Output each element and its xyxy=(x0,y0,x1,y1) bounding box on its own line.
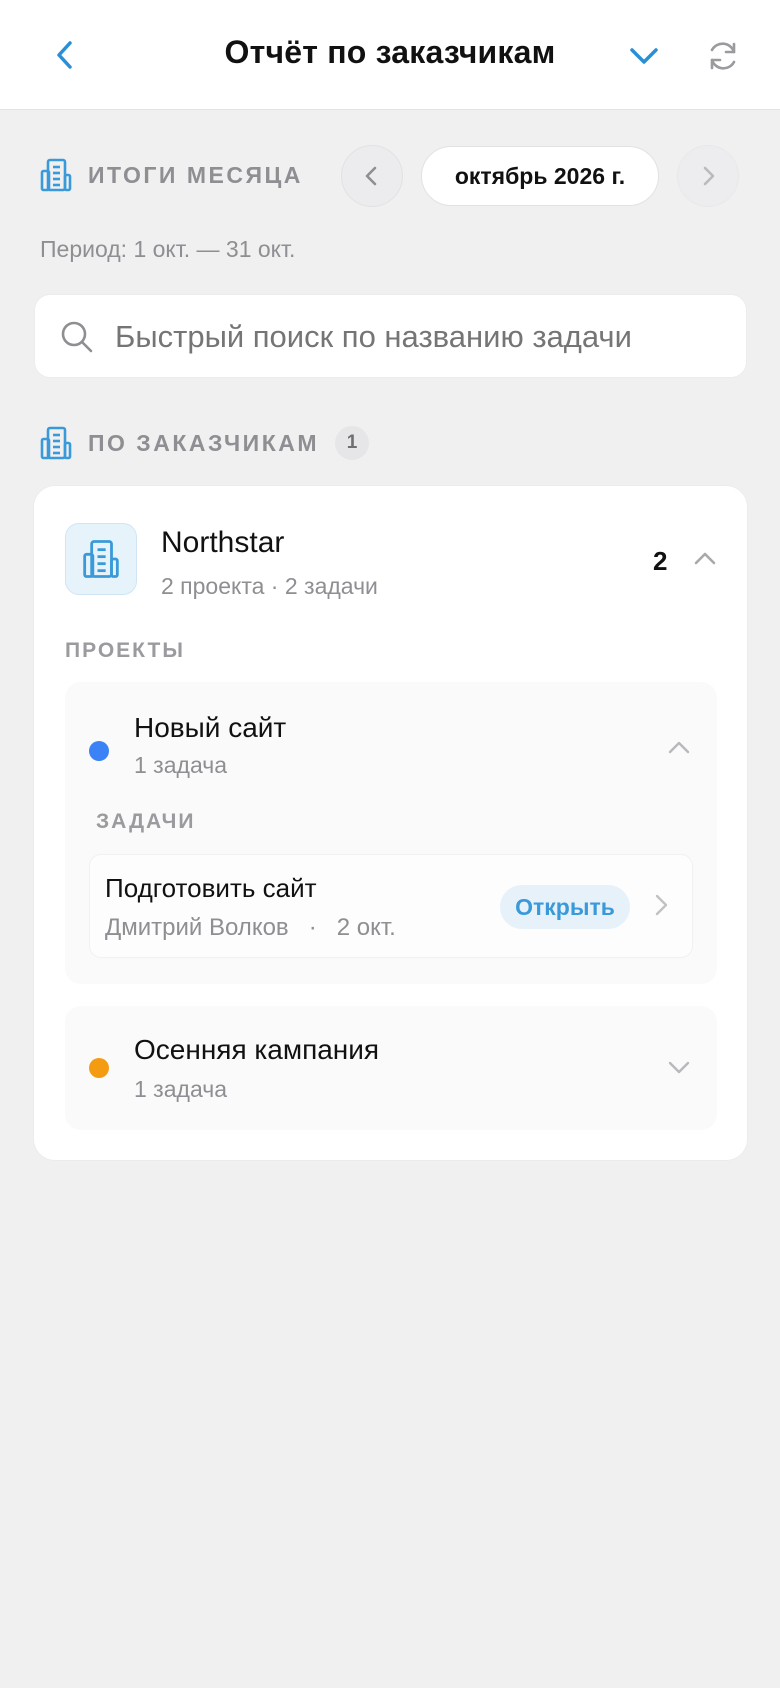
task-assignee: Дмитрий Волков xyxy=(105,914,289,941)
chevron-up-icon xyxy=(668,741,690,754)
project-task-count: 1 задача xyxy=(134,1076,227,1102)
project-collapse-button[interactable] xyxy=(662,731,696,765)
building-icon xyxy=(40,426,72,460)
search-icon xyxy=(61,321,93,353)
client-subtitle: 2 проекта · 2 задачи xyxy=(161,573,378,599)
client-card: Northstar 2 проекта · 2 задачи 2 ПРОЕКТЫ… xyxy=(33,485,748,1161)
month-selector[interactable]: октябрь 2026 г. xyxy=(421,146,659,206)
chevron-up-icon xyxy=(694,552,716,565)
task-meta-separator: · xyxy=(308,914,317,941)
project-name: Новый сайт xyxy=(134,712,287,743)
client-collapse-button[interactable] xyxy=(688,542,722,576)
project-color-dot xyxy=(89,741,109,761)
chevron-down-icon xyxy=(630,48,658,64)
project-name: Осенняя кампания xyxy=(134,1034,380,1065)
search-input[interactable] xyxy=(115,295,726,379)
month-summary-label: ИТОГИ МЕСЯЦА xyxy=(88,161,303,188)
clients-section-label: ПО ЗАКАЗЧИКАМ xyxy=(88,429,320,456)
refresh-button[interactable] xyxy=(703,36,743,76)
top-bar: Отчёт по заказчикам xyxy=(0,0,780,110)
building-icon xyxy=(83,540,119,578)
search-box[interactable] xyxy=(34,294,747,379)
previous-month-button[interactable] xyxy=(341,145,403,207)
chevron-right-icon xyxy=(655,894,668,916)
project-color-dot xyxy=(89,1058,109,1078)
building-icon xyxy=(40,158,72,192)
project-task-count: 1 задача xyxy=(134,752,227,778)
project-card-autumn-campaign[interactable]: Осенняя кампания 1 задача xyxy=(65,1006,717,1130)
client-task-count: 2 xyxy=(653,546,668,576)
project-expand-button[interactable] xyxy=(662,1050,696,1084)
project-card-new-site[interactable]: Новый сайт 1 задача ЗАДАЧИ Подготовить с… xyxy=(65,682,717,984)
clients-count-badge: 1 xyxy=(335,426,370,460)
task-meta: Дмитрий Волков · 2 окт. xyxy=(105,914,396,942)
client-avatar xyxy=(65,523,137,595)
task-date: 2 окт. xyxy=(336,914,396,941)
open-task-button[interactable]: Открыть xyxy=(500,885,630,929)
month-summary-header: ИТОГИ МЕСЯЦА xyxy=(40,157,303,193)
chevron-down-icon xyxy=(668,1061,690,1074)
chevron-right-icon xyxy=(703,166,715,186)
client-name: Northstar xyxy=(161,526,285,559)
task-row[interactable]: Подготовить сайт Дмитрий Волков · 2 окт.… xyxy=(89,854,693,958)
next-month-button[interactable] xyxy=(677,145,739,207)
task-title: Подготовить сайт xyxy=(105,873,317,903)
title-dropdown-button[interactable] xyxy=(624,36,664,76)
clients-section-header: ПО ЗАКАЗЧИКАМ 1 xyxy=(40,425,370,461)
period-text: Период: 1 окт. — 31 окт. xyxy=(40,236,296,262)
projects-subheader: ПРОЕКТЫ xyxy=(65,639,185,662)
refresh-icon xyxy=(710,42,736,70)
task-open-chevron[interactable] xyxy=(644,888,678,922)
tasks-subheader: ЗАДАЧИ xyxy=(96,810,196,833)
chevron-left-icon xyxy=(365,166,377,186)
